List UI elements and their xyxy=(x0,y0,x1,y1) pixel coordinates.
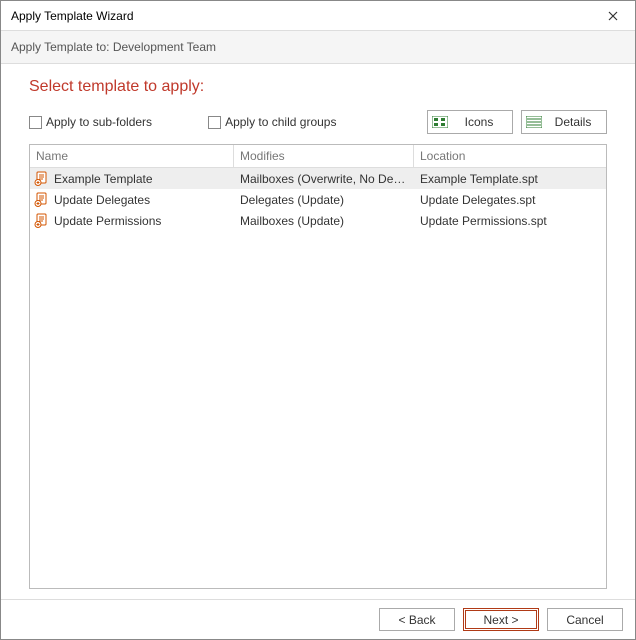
next-button[interactable]: Next > xyxy=(463,608,539,631)
view-icons-button[interactable]: Icons xyxy=(427,110,513,134)
cell-location: Update Permissions.spt xyxy=(414,214,606,228)
view-icons-label: Icons xyxy=(454,115,504,129)
table-row[interactable]: Update Delegates Delegates (Update)Update… xyxy=(30,189,606,210)
cell-location: Update Delegates.spt xyxy=(414,193,606,207)
details-view-icon xyxy=(526,115,542,129)
template-icon xyxy=(34,213,50,229)
checkbox-box-icon xyxy=(29,116,42,129)
template-name: Update Delegates xyxy=(54,193,150,207)
view-details-label: Details xyxy=(548,115,598,129)
table-row[interactable]: Update Permissions Mailboxes (Update)Upda… xyxy=(30,210,606,231)
cancel-button[interactable]: Cancel xyxy=(547,608,623,631)
table-header: Name Modifies Location xyxy=(30,145,606,168)
col-header-modifies[interactable]: Modifies xyxy=(234,145,414,167)
checkbox-box-icon xyxy=(208,116,221,129)
cell-modifies: Mailboxes (Update) xyxy=(234,214,414,228)
table-row[interactable]: Example Template Mailboxes (Overwrite, No… xyxy=(30,168,606,189)
apply-sub-folders-label: Apply to sub-folders xyxy=(46,115,152,129)
view-details-button[interactable]: Details xyxy=(521,110,607,134)
controls-row: Apply to sub-folders Apply to child grou… xyxy=(29,110,607,134)
cell-modifies: Mailboxes (Overwrite, No Delete), … xyxy=(234,172,414,186)
window-title: Apply Template Wizard xyxy=(11,9,134,23)
subtitle-bar: Apply Template to: Development Team xyxy=(1,31,635,64)
close-button[interactable] xyxy=(591,1,635,30)
cell-modifies: Delegates (Update) xyxy=(234,193,414,207)
apply-sub-folders-checkbox[interactable]: Apply to sub-folders xyxy=(29,115,152,129)
titlebar: Apply Template Wizard xyxy=(1,1,635,31)
wizard-window: Apply Template Wizard Apply Template to:… xyxy=(0,0,636,640)
table-body: Example Template Mailboxes (Overwrite, No… xyxy=(30,168,606,588)
page-heading: Select template to apply: xyxy=(29,78,607,96)
subtitle-text: Apply Template to: Development Team xyxy=(11,40,216,54)
wizard-footer: < Back Next > Cancel xyxy=(1,599,635,639)
template-icon xyxy=(34,192,50,208)
template-name: Example Template xyxy=(54,172,153,186)
close-icon xyxy=(608,11,618,21)
back-button[interactable]: < Back xyxy=(379,608,455,631)
col-header-location[interactable]: Location xyxy=(414,145,606,167)
icons-view-icon xyxy=(432,115,448,129)
cell-location: Example Template.spt xyxy=(414,172,606,186)
content-area: Select template to apply: Apply to sub-f… xyxy=(1,64,635,599)
template-icon xyxy=(34,171,50,187)
col-header-name[interactable]: Name xyxy=(30,145,234,167)
template-name: Update Permissions xyxy=(54,214,161,228)
cell-name: Update Permissions xyxy=(30,213,234,229)
templates-table: Name Modifies Location Example Template M… xyxy=(29,144,607,589)
cell-name: Update Delegates xyxy=(30,192,234,208)
cell-name: Example Template xyxy=(30,171,234,187)
apply-child-groups-label: Apply to child groups xyxy=(225,115,336,129)
apply-child-groups-checkbox[interactable]: Apply to child groups xyxy=(208,115,336,129)
